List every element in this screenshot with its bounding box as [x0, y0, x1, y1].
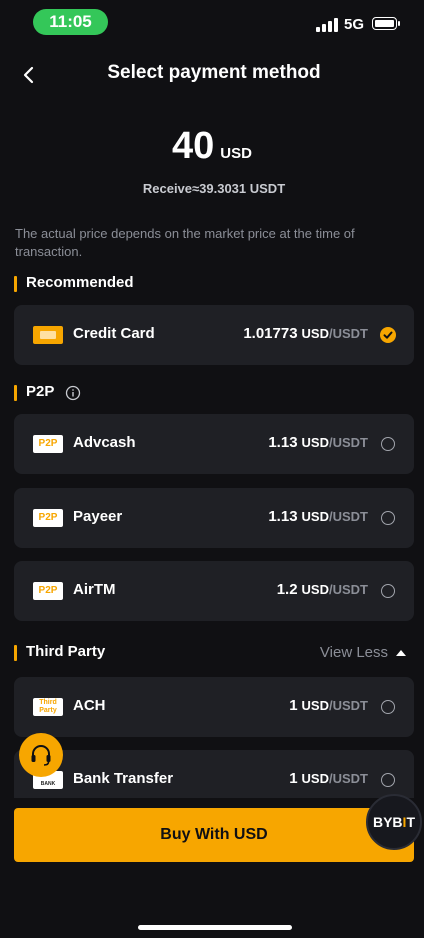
receive-estimate: Receive≈39.3031 USDT [142, 181, 286, 196]
battery-icon [372, 17, 400, 30]
price-notice: The actual price depends on the market p… [15, 226, 355, 259]
method-price: 1.13 USD/USDT [268, 508, 368, 525]
p2p-badge-icon: P2P [33, 435, 63, 453]
page-title: Select payment method [107, 62, 321, 83]
support-button[interactable] [19, 733, 63, 777]
radio-icon[interactable] [381, 773, 395, 787]
method-price: 1 USD/USDT [289, 770, 368, 787]
buy-button[interactable]: Buy With USD [14, 808, 414, 862]
method-advcash[interactable]: P2P Advcash 1.13 USD/USDT [14, 414, 414, 474]
p2p-badge-icon: P2P [33, 582, 63, 600]
section-accent-bar [14, 385, 17, 401]
status-time: 11:05 [33, 9, 108, 35]
amount-display: 40 USD [0, 125, 424, 168]
p2p-badge-icon: P2P [33, 509, 63, 527]
view-less-toggle[interactable]: View Less [320, 644, 406, 661]
method-price: 1 USD/USDT [289, 697, 368, 714]
section-label: P2P [26, 383, 55, 400]
section-label: Recommended [26, 274, 134, 291]
network-label: 5G [344, 16, 365, 33]
radio-icon[interactable] [381, 700, 395, 714]
section-accent-bar [14, 276, 17, 292]
method-name: Payeer [73, 508, 123, 525]
method-price: 1.2 USD/USDT [276, 581, 368, 598]
method-price: 1.13 USD/USDT [268, 434, 368, 451]
headset-icon [31, 745, 51, 766]
bybit-logo[interactable]: BYBIT [366, 794, 422, 850]
amount-value: 40 [172, 125, 215, 167]
credit-card-icon [33, 326, 63, 344]
info-icon[interactable] [65, 385, 81, 401]
section-third-party: Third Party [14, 643, 134, 663]
checkmark-icon [380, 327, 396, 343]
method-name: AirTM [73, 581, 116, 598]
triangle-up-icon [396, 649, 406, 656]
amount-currency: USD [220, 145, 252, 162]
method-bank-transfer[interactable]: BANK Bank Transfer 1 USD/USDT [14, 750, 414, 798]
method-credit-card[interactable]: Credit Card 1.01773 USD/USDT [14, 305, 414, 365]
third-party-badge-icon: Third Party [33, 698, 63, 716]
radio-icon[interactable] [381, 437, 395, 451]
section-label: Third Party [26, 643, 106, 660]
radio-icon[interactable] [381, 511, 395, 525]
method-ach[interactable]: Third Party ACH 1 USD/USDT [14, 677, 414, 737]
method-name: Bank Transfer [73, 770, 174, 787]
section-accent-bar [14, 645, 17, 661]
method-name: ACH [73, 697, 106, 714]
radio-icon[interactable] [381, 584, 395, 598]
method-name: Advcash [73, 434, 136, 451]
method-payeer[interactable]: P2P Payeer 1.13 USD/USDT [14, 488, 414, 548]
home-indicator[interactable] [138, 925, 292, 930]
status-bar: 11:05 5G [0, 0, 424, 46]
view-less-label: View Less [319, 644, 388, 661]
method-airtm[interactable]: P2P AirTM 1.2 USD/USDT [14, 561, 414, 621]
method-name: Credit Card [73, 325, 155, 342]
signal-icon [316, 18, 338, 32]
section-p2p: P2P [14, 383, 94, 403]
method-price: 1.01773 USD/USDT [243, 325, 368, 342]
